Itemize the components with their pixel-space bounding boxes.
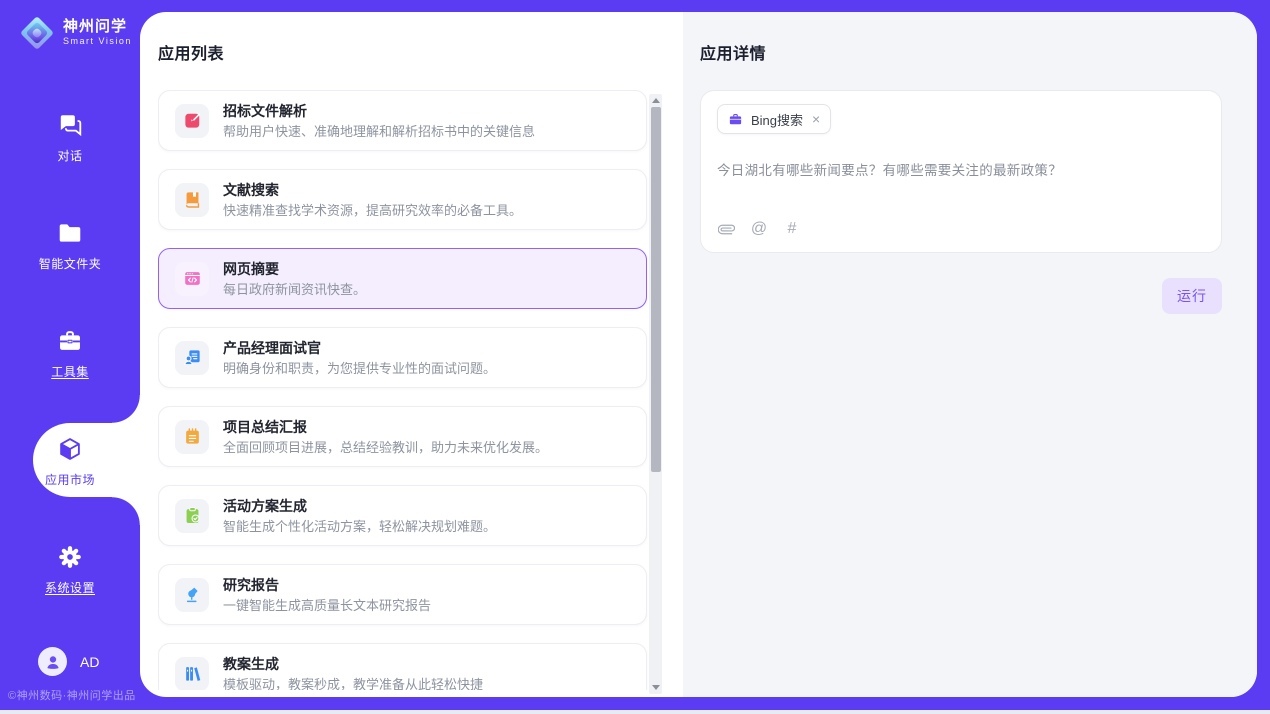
sidebar: 神州问学 Smart Vision 对话智能文件夹工具集应用市场系统设置 AD … (0, 0, 140, 710)
books-icon (183, 664, 202, 683)
app-card[interactable]: 网页摘要每日政府新闻资讯快查。 (158, 248, 647, 309)
user-initials: AD (80, 654, 99, 670)
app-icon-container (175, 341, 209, 375)
main-content: 应用列表 招标文件解析帮助用户快速、准确地理解和解析招标书中的关键信息文献搜索快… (140, 12, 1257, 697)
sidebar-item-label: 工具集 (51, 363, 89, 380)
hash-icon[interactable]: # (783, 220, 801, 238)
tool-chip-bing[interactable]: Bing搜索 × (717, 104, 831, 134)
toolbox-icon (57, 328, 83, 354)
app-icon-container (175, 578, 209, 612)
sidebar-item-label: 智能文件夹 (39, 255, 102, 272)
chat-icon (57, 112, 83, 138)
app-card[interactable]: 文献搜索快速精准查找学术资源，提高研究效率的必备工具。 (158, 169, 647, 230)
composer-card: Bing搜索 × 今日湖北有哪些新闻要点？有哪些需要关注的最新政策？ @# (700, 90, 1222, 253)
edit-document-icon (183, 111, 202, 130)
app-card-description: 智能生成个性化活动方案，轻松解决规划难题。 (223, 520, 496, 533)
app-card-description: 明确身份和职责，为您提供专业性的面试问题。 (223, 362, 496, 375)
scroll-up-icon[interactable] (649, 94, 662, 107)
sidebar-item-5[interactable]: 系统设置 (0, 544, 140, 596)
sidebar-item-3[interactable]: 工具集 (0, 328, 140, 380)
tool-chip-label: Bing搜索 (751, 110, 803, 129)
sidebar-item-4[interactable]: 应用市场 (0, 436, 140, 488)
app-card-description: 全面回顾项目进展，总结经验教训，助力未来优化发展。 (223, 441, 548, 454)
scrollbar-thumb[interactable] (651, 107, 661, 472)
app-icon-container (175, 420, 209, 454)
app-card-title: 文献搜索 (223, 183, 522, 197)
app-card-title: 活动方案生成 (223, 499, 496, 513)
copyright-footer: ©神州数码·神州问学出品 (8, 687, 136, 703)
app-detail-panel: 应用详情 Bing搜索 × 今日湖北有哪些新闻要点？有哪些需要关注的最新政策？ … (683, 12, 1257, 697)
app-icon-container (175, 104, 209, 138)
app-list-panel: 应用列表 招标文件解析帮助用户快速、准确地理解和解析招标书中的关键信息文献搜索快… (140, 12, 683, 697)
app-card[interactable]: 招标文件解析帮助用户快速、准确地理解和解析招标书中的关键信息 (158, 90, 647, 151)
app-icon-container (175, 657, 209, 691)
folder-icon (57, 220, 83, 246)
app-card[interactable]: 产品经理面试官明确身份和职责，为您提供专业性的面试问题。 (158, 327, 647, 388)
app-card[interactable]: 研究报告一键智能生成高质量长文本研究报告 (158, 564, 647, 625)
scrollbar[interactable] (649, 94, 662, 694)
app-card-title: 项目总结汇报 (223, 420, 548, 434)
gear-icon (57, 544, 83, 570)
clipboard-check-icon (183, 506, 202, 525)
browser-code-icon (183, 269, 202, 288)
sidebar-item-2[interactable]: 智能文件夹 (0, 220, 140, 272)
sidebar-item-label: 应用市场 (45, 471, 95, 488)
bottom-edge-strip (0, 710, 1270, 714)
at-icon[interactable]: @ (750, 220, 768, 238)
app-card-title: 研究报告 (223, 578, 431, 592)
user-account[interactable]: AD (38, 647, 99, 676)
diamond-logo-icon (20, 16, 54, 50)
brand-subtitle: Smart Vision (63, 37, 132, 47)
briefcase-icon (728, 112, 743, 127)
app-card-description: 快速精准查找学术资源，提高研究效率的必备工具。 (223, 204, 522, 217)
app-icon-container (175, 499, 209, 533)
book-icon (183, 190, 202, 209)
sidebar-item-label: 系统设置 (45, 579, 95, 596)
app-card[interactable]: 教案生成模板驱动，教案秒成，教学准备从此轻松快捷 (158, 643, 647, 690)
cube-icon (57, 436, 83, 462)
sidebar-item-1[interactable]: 对话 (0, 112, 140, 164)
composer-toolbar: @# (717, 220, 1205, 238)
run-button[interactable]: 运行 (1162, 278, 1222, 314)
app-icon-container (175, 262, 209, 296)
sidebar-item-label: 对话 (57, 147, 82, 164)
app-card[interactable]: 活动方案生成智能生成个性化活动方案，轻松解决规划难题。 (158, 485, 647, 546)
paperclip-icon[interactable] (717, 220, 735, 238)
app-card-description: 帮助用户快速、准确地理解和解析招标书中的关键信息 (223, 125, 535, 138)
app-card-title: 教案生成 (223, 657, 483, 671)
app-card-description: 一键智能生成高质量长文本研究报告 (223, 599, 431, 612)
app-icon-container (175, 183, 209, 217)
sidebar-nav: 对话智能文件夹工具集应用市场系统设置 (0, 112, 140, 652)
brand-logo: 神州问学 Smart Vision (0, 0, 140, 50)
close-icon[interactable]: × (812, 112, 820, 126)
app-list-title: 应用列表 (158, 40, 683, 64)
app-card-title: 招标文件解析 (223, 104, 535, 118)
scroll-down-icon[interactable] (649, 681, 662, 694)
query-input[interactable]: 今日湖北有哪些新闻要点？有哪些需要关注的最新政策？ (717, 159, 1205, 179)
app-detail-title: 应用详情 (700, 40, 1222, 64)
brand-name: 神州问学 (63, 19, 132, 36)
app-list: 招标文件解析帮助用户快速、准确地理解和解析招标书中的关键信息文献搜索快速精准查找… (158, 90, 683, 690)
research-icon (183, 585, 202, 604)
report-notes-icon (183, 427, 202, 446)
user-icon (44, 653, 62, 671)
app-card-title: 网页摘要 (223, 262, 366, 276)
app-card-description: 每日政府新闻资讯快查。 (223, 283, 366, 296)
app-card-description: 模板驱动，教案秒成，教学准备从此轻松快捷 (223, 678, 483, 691)
app-card-title: 产品经理面试官 (223, 341, 496, 355)
avatar (38, 647, 67, 676)
app-card[interactable]: 项目总结汇报全面回顾项目进展，总结经验教训，助力未来优化发展。 (158, 406, 647, 467)
interviewer-icon (183, 348, 202, 367)
